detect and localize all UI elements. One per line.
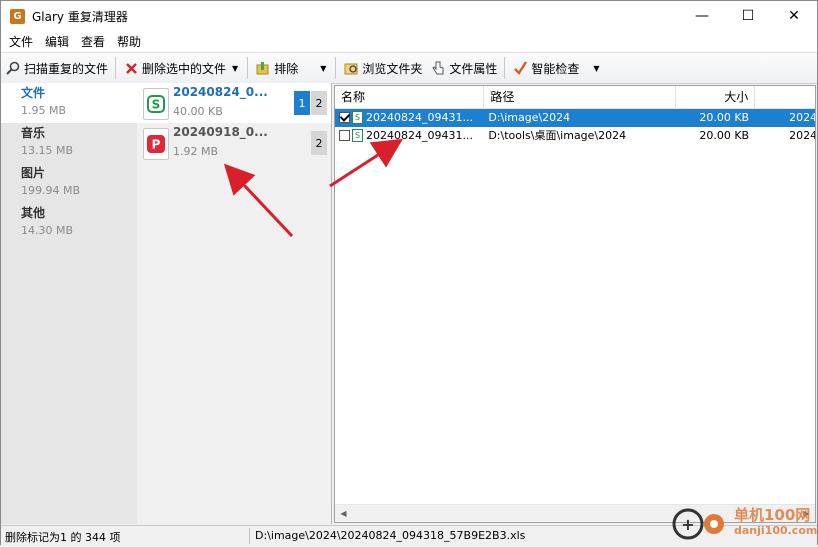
hand-pointer-icon: [430, 60, 446, 76]
delete-x-icon: [123, 60, 139, 76]
browse-folder-label: 浏览文件夹: [362, 61, 423, 76]
site-watermark: + 单机100网 danji100.com: [668, 500, 818, 544]
duplicate-group-list: S 20240824_0... 40.00 KB 1 2 P 20240918_…: [137, 83, 332, 524]
watermark-logo-icon: +: [672, 508, 724, 540]
status-file-path: D:\image\2024\20240824_094318_57B9E2B3.x…: [255, 529, 526, 542]
group-file-size: 1.92 MB: [173, 145, 219, 158]
pdf-icon: P: [143, 128, 169, 160]
group-file-size: 40.00 KB: [173, 105, 223, 118]
file-properties-label: 文件属性: [449, 61, 498, 76]
pdf-icon-letter: P: [152, 138, 161, 152]
browse-folder-icon: [343, 60, 359, 76]
category-name: 文件: [21, 86, 46, 100]
row-date: 2024: [789, 111, 815, 124]
column-header-date[interactable]: [755, 86, 815, 108]
minimize-button[interactable]: —: [679, 1, 725, 31]
toolbar-divider: [115, 57, 117, 79]
row-checkbox[interactable]: [339, 112, 350, 123]
category-size: 14.30 MB: [21, 224, 74, 237]
title-bar: G Glary 重复清理器 — ☐ ✕: [1, 1, 817, 31]
spreadsheet-icon: S: [352, 111, 363, 124]
column-header-name[interactable]: 名称: [335, 86, 485, 108]
app-logo-icon: G: [10, 8, 25, 24]
file-properties-button[interactable]: 文件属性: [426, 55, 501, 81]
group-item[interactable]: P 20240918_0... 1.92 MB 2: [137, 123, 331, 163]
maximize-button[interactable]: ☐: [725, 1, 771, 31]
spreadsheet-icon: S: [143, 88, 169, 120]
row-file-name: 20240824_09431...: [366, 111, 473, 124]
exclude-label: 排除: [274, 61, 299, 76]
smart-check-dropdown[interactable]: ▼: [583, 64, 605, 73]
group-file-name: 20240918_0...: [173, 125, 268, 139]
exclude-options-dropdown[interactable]: ▼: [302, 64, 332, 73]
row-size: 20.00 KB: [699, 129, 750, 142]
row-checkbox[interactable]: [339, 130, 350, 141]
group-item[interactable]: S 20240824_0... 40.00 KB 1 2: [137, 83, 331, 123]
name-cell: S 20240824_09431...: [335, 109, 484, 127]
category-item-images[interactable]: 图片 199.94 MB: [1, 163, 137, 203]
toolbar: 扫描重复的文件 删除选中的文件 ▼ 排除 ▼ 浏览文件夹 文件属性 智能检查 ▼: [1, 52, 817, 84]
category-item-files[interactable]: 文件 1.95 MB: [1, 83, 137, 123]
smart-check-button[interactable]: 智能检查: [508, 55, 583, 81]
browse-folder-button[interactable]: 浏览文件夹: [339, 55, 426, 81]
window-title: Glary 重复清理器: [32, 9, 128, 24]
selected-count-badge: 1: [294, 91, 310, 115]
toolbar-divider: [504, 57, 506, 79]
row-path: D:\image\2024: [488, 111, 571, 124]
toolbar-divider: [247, 57, 249, 79]
category-list: 文件 1.95 MB 音乐 13.15 MB 图片 199.94 MB 其他 1…: [1, 83, 137, 524]
row-size: 20.00 KB: [699, 111, 750, 124]
delete-selected-button[interactable]: 删除选中的文件: [119, 55, 230, 81]
status-marked-count: 删除标记为1 的 344 项: [5, 531, 121, 544]
category-name: 图片: [21, 166, 46, 180]
category-name: 其他: [21, 206, 46, 220]
category-item-other[interactable]: 其他 14.30 MB: [1, 203, 137, 243]
status-divider: [249, 528, 250, 544]
column-header-path[interactable]: 路径: [484, 86, 676, 108]
file-detail-table: 名称 路径 大小 S 20240824_09431... D:\image\20…: [334, 85, 816, 523]
exclude-folder-icon: [255, 60, 271, 76]
checkmark-icon: [512, 60, 528, 76]
svg-text:+: +: [681, 515, 694, 534]
menu-edit[interactable]: 编辑: [39, 33, 75, 50]
watermark-domain: danji100.com: [734, 524, 818, 537]
menu-view[interactable]: 查看: [75, 33, 111, 50]
total-count-badge: 2: [311, 131, 327, 155]
scan-duplicates-button[interactable]: 扫描重复的文件: [1, 55, 112, 81]
magnifier-icon: [5, 60, 21, 76]
row-path: D:\tools\桌面\image\2024: [488, 129, 627, 142]
close-button[interactable]: ✕: [771, 1, 817, 31]
category-size: 13.15 MB: [21, 144, 74, 157]
scroll-left-arrow[interactable]: ◀: [335, 505, 352, 522]
table-header: 名称 路径 大小: [335, 86, 815, 109]
spreadsheet-icon-letter: S: [152, 98, 161, 112]
smart-check-label: 智能检查: [531, 61, 580, 76]
toolbar-divider: [335, 57, 337, 79]
menu-file[interactable]: 文件: [1, 33, 39, 50]
category-item-music[interactable]: 音乐 13.15 MB: [1, 123, 137, 163]
table-row[interactable]: S 20240824_09431... D:\tools\桌面\image\20…: [335, 127, 815, 145]
scan-duplicates-label: 扫描重复的文件: [24, 61, 109, 76]
app-window: G Glary 重复清理器 — ☐ ✕ 文件 编辑 查看 帮助 扫描重复的文件 …: [0, 0, 818, 546]
exclude-button[interactable]: 排除: [251, 55, 302, 81]
delete-options-dropdown[interactable]: ▼: [230, 64, 244, 73]
group-file-name: 20240824_0...: [173, 85, 268, 99]
menu-help[interactable]: 帮助: [111, 33, 147, 50]
window-controls: — ☐ ✕: [679, 1, 817, 31]
delete-selected-label: 删除选中的文件: [142, 61, 227, 76]
category-name: 音乐: [21, 126, 46, 140]
spreadsheet-icon: S: [352, 129, 363, 142]
name-cell: S 20240824_09431...: [335, 127, 484, 145]
table-row[interactable]: S 20240824_09431... D:\image\2024 20.00 …: [335, 109, 815, 127]
category-size: 199.94 MB: [21, 184, 81, 197]
total-count-badge: 2: [311, 91, 327, 115]
row-file-name: 20240824_09431...: [366, 129, 473, 142]
column-header-size[interactable]: 大小: [676, 86, 756, 108]
watermark-text: 单机100网: [734, 506, 811, 524]
row-date: 2024: [789, 129, 815, 142]
category-size: 1.95 MB: [21, 104, 67, 117]
menu-bar: 文件 编辑 查看 帮助: [1, 31, 817, 52]
